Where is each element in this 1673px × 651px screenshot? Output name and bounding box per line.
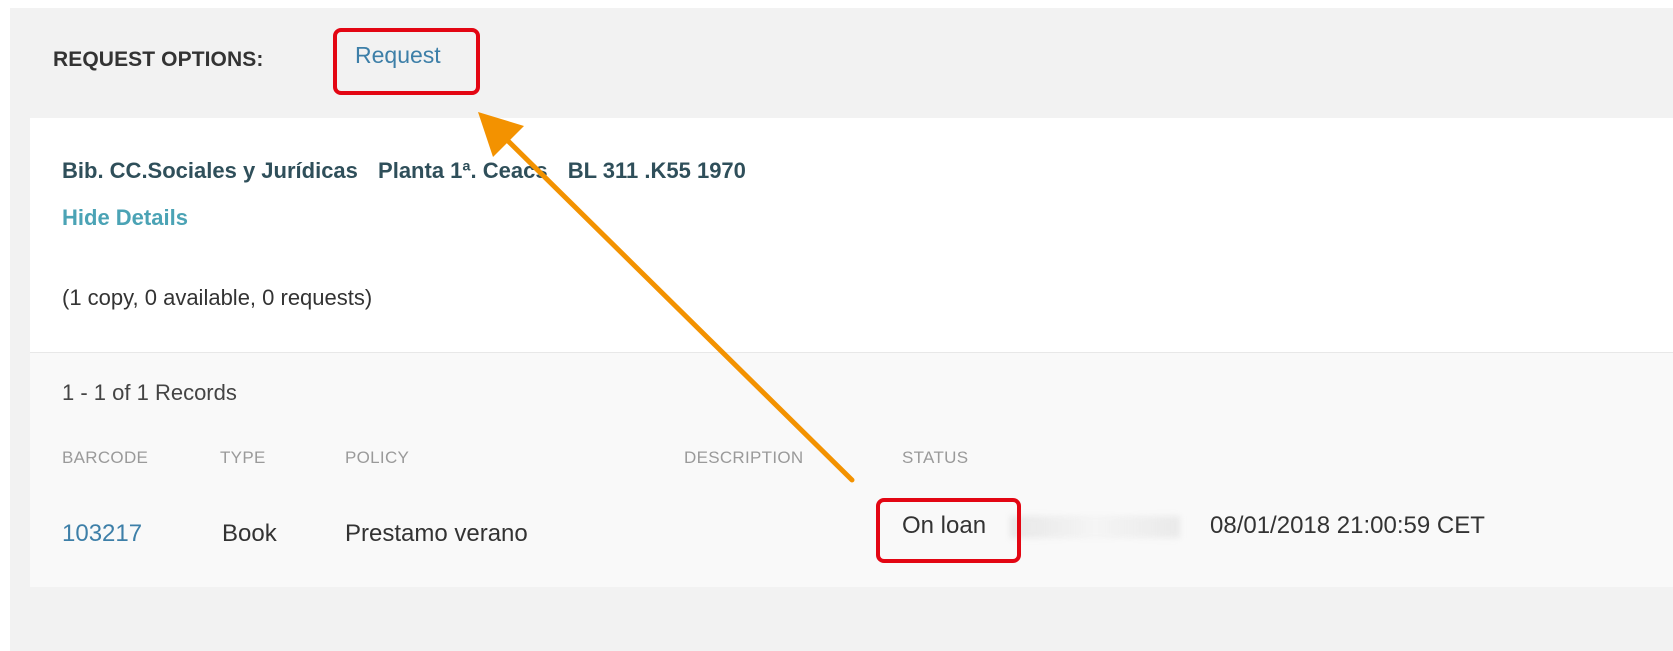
redacted-area [1010,516,1180,538]
holding-location: Bib. CC.Sociales y Jurídicas Planta 1ª. … [62,158,760,184]
item-type: Book [222,520,277,547]
records-summary: 1 - 1 of 1 Records [62,380,237,405]
item-due-date: 08/01/2018 21:00:59 CET [1210,512,1485,539]
column-header-policy: POLICY [345,448,410,467]
records-section [30,352,1673,587]
request-options-row: REQUEST OPTIONS: [53,40,263,80]
column-header-status: STATUS [902,448,969,467]
copies-summary: (1 copy, 0 available, 0 requests) [62,285,373,310]
column-header-description: DESCRIPTION [684,448,804,467]
hide-details-link[interactable]: Hide Details [62,205,188,231]
library-name: Bib. CC.Sociales y Jurídicas [62,158,358,183]
column-header-barcode: BARCODE [62,448,149,467]
status-highlight-box [876,498,1021,563]
column-header-type: TYPE [220,448,266,467]
request-highlight-box [333,28,480,95]
item-policy: Prestamo verano [345,520,528,547]
call-number: BL 311 .K55 1970 [567,158,746,183]
barcode-link[interactable]: 103217 [62,520,142,548]
request-options-label: REQUEST OPTIONS: [53,48,264,71]
location-name: Planta 1ª. Ceacs [378,158,548,183]
